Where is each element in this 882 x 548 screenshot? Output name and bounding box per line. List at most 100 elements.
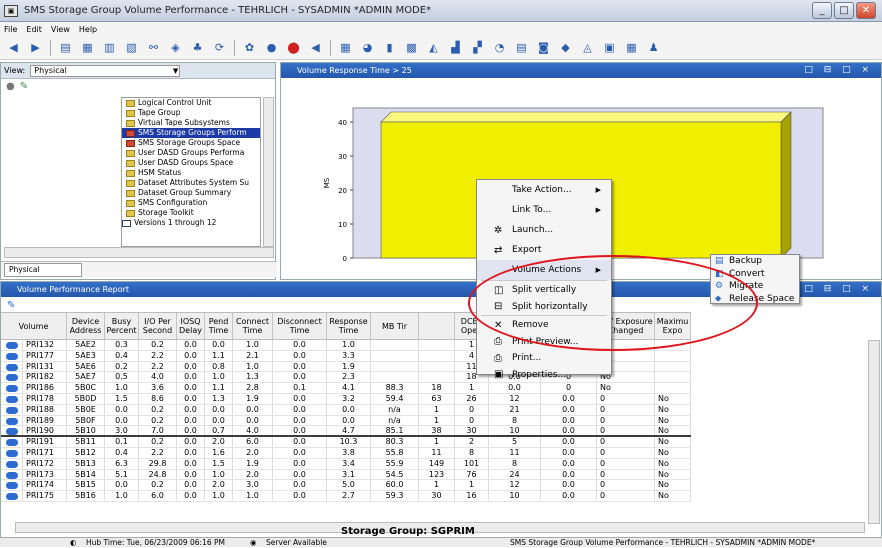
tree-vertical-scrollbar[interactable]	[263, 97, 274, 247]
tree-item[interactable]: SMS Configuration	[122, 198, 260, 208]
chart-window-controls[interactable]: □ ⊟ □ ×	[804, 63, 873, 78]
link-icon[interactable]	[5, 395, 18, 403]
link-icon[interactable]	[5, 493, 18, 501]
context-menu-item[interactable]: Link To... ▶	[477, 200, 611, 220]
link-icon[interactable]	[5, 482, 18, 490]
save-icon[interactable]: ▦	[80, 40, 95, 55]
submenu-item[interactable]: ◧ Convert	[711, 268, 799, 281]
row-link-cell[interactable]	[1, 383, 23, 393]
context-menu-item[interactable]: ⊟ Split horizontally	[477, 299, 611, 316]
table-row[interactable]: PRI174 5B15 0.0 0.2 0.0 2.0 3.0 0.0 5.0 60.0 1 1 12 0…	[1, 480, 691, 492]
workspace-icon[interactable]: ▤	[58, 40, 73, 55]
context-menu-item[interactable]: ⎙ Print Preview...	[477, 334, 611, 351]
minimize-button[interactable]: _	[812, 2, 832, 19]
column-header[interactable]: Volume	[1, 313, 67, 339]
context-menu-item[interactable]: ⎙ Print...	[477, 350, 611, 367]
context-menu-item[interactable]: Take Action... ▶	[477, 180, 611, 200]
close-button[interactable]: ✕	[856, 2, 876, 19]
table-row[interactable]: PRI188 5B0E 0.0 0.2 0.0 0.0 0.0 0.0 0.0 n/a 1 0 21 0.…	[1, 404, 691, 416]
table-window-controls[interactable]: □ ⊟ □ ×	[804, 282, 873, 297]
tree-item[interactable]: Logical Control Unit	[122, 98, 260, 108]
link-icon[interactable]	[5, 417, 18, 425]
table-vertical-scrollbar[interactable]	[868, 340, 880, 524]
column-chart-icon[interactable]: ▞	[470, 40, 485, 55]
tree-item[interactable]: Dataset Group Summary	[122, 188, 260, 198]
maximize-button[interactable]: □	[834, 2, 854, 19]
link-icon[interactable]	[5, 406, 18, 414]
tree-item[interactable]: Virtual Tape Subsystems	[122, 118, 260, 128]
table-row[interactable]: PRI173 5B14 5.1 24.8 0.0 1.0 2.0 0.0 3.1 54.5 123 7…	[1, 469, 691, 481]
navigator-edit-icon[interactable]: ✎	[20, 81, 28, 92]
column-header[interactable]: Busy Percent	[105, 313, 139, 339]
submenu-item[interactable]: ▤ Backup	[711, 255, 799, 268]
terminal-icon[interactable]: ▦	[624, 40, 639, 55]
table-row[interactable]: PRI190 5B10 3.0 7.0 0.0 0.7 4.0 0.0 4.7 85.1 38 30 1…	[1, 426, 691, 438]
users-icon[interactable]: ♟	[646, 40, 661, 55]
link-icon[interactable]	[5, 374, 18, 382]
row-link-cell[interactable]	[1, 393, 23, 404]
link-icon[interactable]	[5, 471, 18, 479]
network-icon[interactable]: ◈	[168, 40, 183, 55]
refresh-icon[interactable]: ⟳	[212, 40, 227, 55]
tree-item[interactable]: HSM Status	[122, 168, 260, 178]
table-edit-icon[interactable]: ✎	[7, 300, 15, 311]
back-icon[interactable]: ◀	[6, 40, 21, 55]
row-link-cell[interactable]	[1, 340, 23, 350]
row-link-cell[interactable]	[1, 415, 23, 426]
table-row[interactable]: PRI178 5B0D 1.5 8.6 0.0 1.3 1.9 0.0 3.2 59.4 63 26 1…	[1, 393, 691, 405]
tree-horizontal-scrollbar[interactable]	[4, 247, 274, 258]
row-link-cell[interactable]	[1, 469, 23, 480]
table-row[interactable]: PRI186 5B0C 1.0 3.6 0.0 1.1 2.8 0.1 4.1 88.3 18 1 0.…	[1, 383, 691, 394]
submenu-item[interactable]: ⚙ Migrate	[711, 280, 799, 293]
context-menu-item[interactable]: ✲ Launch...	[477, 220, 611, 240]
sound-icon[interactable]: ◀	[308, 40, 323, 55]
row-link-cell[interactable]	[1, 480, 23, 491]
table-row[interactable]: PRI172 5B13 6.3 29.8 0.0 1.5 1.9 0.0 3.4 55.9 149 1…	[1, 458, 691, 470]
link-icon[interactable]	[5, 363, 18, 371]
link-icon[interactable]: ⚯	[146, 40, 161, 55]
globe-icon[interactable]: ●	[264, 40, 279, 55]
menu-edit[interactable]: Edit	[26, 25, 42, 34]
tree-icon[interactable]: ♣	[190, 40, 205, 55]
row-link-cell[interactable]	[1, 491, 23, 501]
table-view-icon[interactable]: ▦	[338, 40, 353, 55]
column-header[interactable]: Maximu Expo	[655, 313, 691, 339]
column-header[interactable]: IOSQ Delay	[177, 313, 205, 339]
navigator-view-select[interactable]: Physical ▼	[30, 64, 181, 77]
link-icon[interactable]	[5, 439, 18, 447]
topology-icon[interactable]: ◬	[580, 40, 595, 55]
plot-chart-icon[interactable]: ▩	[404, 40, 419, 55]
row-link-cell[interactable]	[1, 350, 23, 361]
link-icon[interactable]	[5, 342, 18, 349]
link-icon[interactable]	[5, 385, 18, 393]
row-link-cell[interactable]	[1, 372, 23, 383]
row-link-cell[interactable]	[1, 426, 23, 436]
table-icon[interactable]: ▧	[124, 40, 139, 55]
forward-icon[interactable]: ▶	[28, 40, 43, 55]
link-icon[interactable]	[5, 428, 18, 436]
row-link-cell[interactable]	[1, 361, 23, 372]
table-row[interactable]: PRI189 5B0F 0.0 0.2 0.0 0.0 0.0 0.0 0.0 n/a 1 0 8 0.0…	[1, 415, 691, 427]
row-link-cell[interactable]	[1, 458, 23, 469]
menu-help[interactable]: Help	[79, 25, 97, 34]
column-header[interactable]	[419, 313, 455, 339]
bar-chart-icon[interactable]: ▮	[382, 40, 397, 55]
tree-item[interactable]: Storage Toolkit	[122, 208, 260, 218]
stop-icon[interactable]: ⬤	[286, 40, 301, 55]
gauge-icon[interactable]: ◔	[492, 40, 507, 55]
tree-item[interactable]: SMS Storage Groups Perform	[122, 128, 260, 138]
column-header[interactable]: Disconnect Time	[273, 313, 327, 339]
notepad-icon[interactable]: ▤	[514, 40, 529, 55]
column-header[interactable]: Pend Time	[205, 313, 233, 339]
situation-icon[interactable]: ◆	[558, 40, 573, 55]
area-chart-icon[interactable]: ◭	[426, 40, 441, 55]
table-row[interactable]: PRI171 5B12 0.4 2.2 0.0 1.6 2.0 0.0 3.8 55.8 11 8 11…	[1, 447, 691, 459]
link-icon[interactable]	[5, 352, 18, 360]
row-link-cell[interactable]	[1, 447, 23, 458]
menu-file[interactable]: File	[4, 25, 17, 34]
link-icon[interactable]	[5, 460, 18, 468]
submenu-item[interactable]: ⬥ Release Space	[711, 293, 799, 306]
tree-item[interactable]: User DASD Groups Performa	[122, 148, 260, 158]
table-row[interactable]: PRI175 5B16 1.0 6.0 0.0 1.0 1.0 0.0 2.7 59.3 30 16 1…	[1, 491, 691, 502]
event-icon[interactable]: ◙	[536, 40, 551, 55]
